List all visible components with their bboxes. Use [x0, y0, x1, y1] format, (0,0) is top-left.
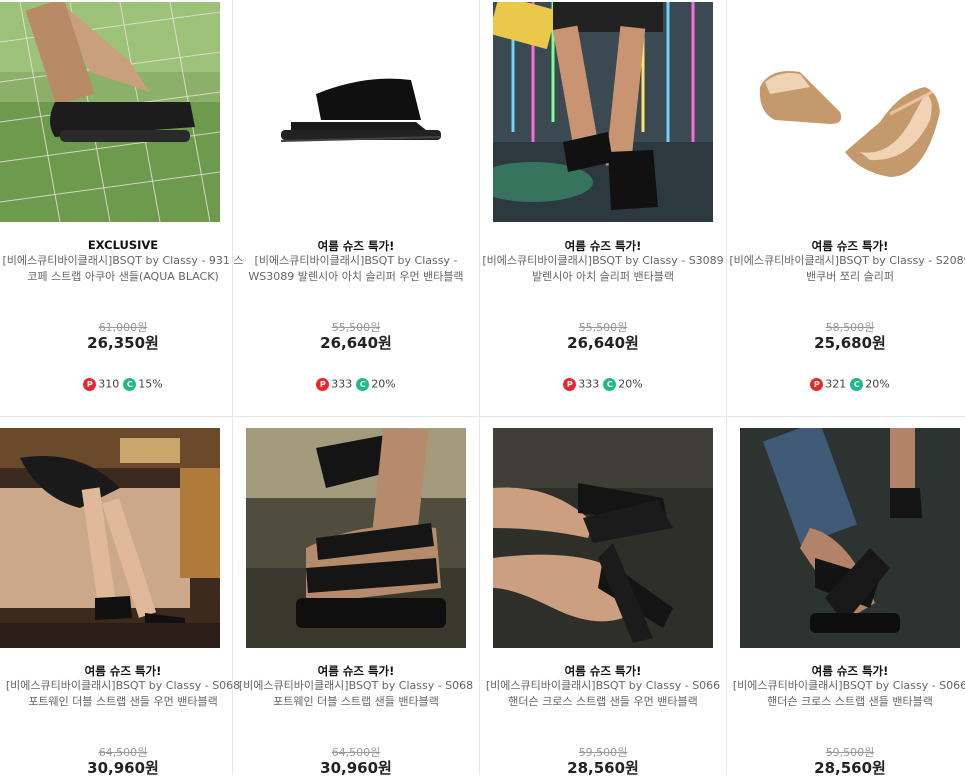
product-card[interactable]: 여름 슈즈 특가! [비에스큐티바이클래시]BSQT by Classy - S…	[0, 416, 240, 777]
promo-label: 여름 슈즈 특가!	[84, 664, 162, 678]
product-card[interactable]: 여름 슈즈 특가! [비에스큐티바이클래시]BSQT by Classy - W…	[233, 0, 479, 415]
promo-label: 여름 슈즈 특가!	[564, 239, 642, 253]
promo-label: 여름 슈즈 특가!	[811, 664, 889, 678]
product-image[interactable]	[246, 428, 466, 648]
product-image[interactable]	[493, 2, 713, 222]
product-name[interactable]: [비에스큐티바이클래시]BSQT by Classy - S068 포트웨인 더…	[0, 678, 246, 710]
product-image[interactable]	[740, 428, 960, 648]
promo-label: 여름 슈즈 특가!	[564, 664, 642, 678]
points-icon: P	[810, 377, 824, 391]
benefit-badges: P 321 C 20%	[727, 377, 965, 391]
product-image[interactable]	[246, 2, 466, 222]
points-value: 333	[578, 377, 600, 391]
product-image[interactable]	[0, 428, 220, 648]
coupon-value: 20%	[618, 377, 643, 391]
product-name[interactable]: [비에스큐티바이클래시]BSQT by Classy - WS3089 발렌시아…	[233, 253, 479, 285]
promo-label: EXCLUSIVE	[87, 238, 159, 252]
points-value: 321	[825, 377, 847, 391]
coupon-value: 20%	[865, 377, 890, 391]
coupon-icon: C	[356, 377, 370, 391]
coupon-icon: C	[850, 377, 864, 391]
product-card[interactable]: 여름 슈즈 특가! [비에스큐티바이클래시]BSQT by Classy - S…	[727, 416, 965, 777]
sale-price: 26,350원	[87, 334, 159, 352]
product-row: EXCLUSIVE [비에스큐티바이클래시]BSQT by Classy - 9…	[0, 0, 965, 415]
points-value: 333	[331, 377, 353, 391]
product-card[interactable]: 여름 슈즈 특가! [비에스큐티바이클래시]BSQT by Classy - S…	[480, 0, 726, 415]
product-name[interactable]: [비에스큐티바이클래시]BSQT by Classy - S3089 발렌시아 …	[480, 253, 726, 285]
product-card[interactable]: EXCLUSIVE [비에스큐티바이클래시]BSQT by Classy - 9…	[0, 0, 244, 415]
product-image[interactable]	[493, 428, 713, 648]
promo-label: 여름 슈즈 특가!	[317, 239, 395, 253]
product-image[interactable]	[0, 2, 220, 222]
benefit-badges: P 333 C 20%	[233, 377, 479, 391]
coupon-value: 20%	[371, 377, 396, 391]
points-icon: P	[83, 377, 97, 391]
product-row: 여름 슈즈 특가! [비에스큐티바이클래시]BSQT by Classy - S…	[0, 416, 965, 777]
product-name[interactable]: [비에스큐티바이클래시]BSQT by Classy - S068 포트웨인 더…	[233, 678, 479, 710]
coupon-icon: C	[123, 377, 137, 391]
product-name[interactable]: [비에스큐티바이클래시]BSQT by Classy - S066 핸더슨 크로…	[480, 678, 726, 710]
sale-price: 26,640원	[320, 334, 392, 352]
product-card[interactable]: 여름 슈즈 특가! [비에스큐티바이클래시]BSQT by Classy - S…	[233, 416, 479, 777]
sale-price: 25,680원	[814, 334, 886, 352]
product-name[interactable]: [비에스큐티바이클래시]BSQT by Classy - S066 핸더슨 크로…	[727, 678, 965, 710]
benefit-badges: P 333 C 20%	[480, 377, 726, 391]
product-name[interactable]: [비에스큐티바이클래시]BSQT by Classy - 931 스코페 스트랩…	[0, 253, 246, 285]
coupon-value: 15%	[138, 377, 163, 391]
product-image[interactable]	[740, 2, 960, 222]
points-icon: P	[563, 377, 577, 391]
promo-label: 여름 슈즈 특가!	[811, 239, 889, 253]
product-card[interactable]: 여름 슈즈 특가! [비에스큐티바이클래시]BSQT by Classy - S…	[480, 416, 726, 777]
product-name[interactable]: [비에스큐티바이클래시]BSQT by Classy - S2089 밴쿠버 쪼…	[727, 253, 965, 285]
sale-price: 26,640원	[567, 334, 639, 352]
promo-label: 여름 슈즈 특가!	[317, 664, 395, 678]
coupon-icon: C	[603, 377, 617, 391]
benefit-badges: P 310 C 15%	[0, 377, 246, 391]
product-card[interactable]: 여름 슈즈 특가! [비에스큐티바이클래시]BSQT by Classy - S…	[727, 0, 965, 415]
points-value: 310	[98, 377, 120, 391]
points-icon: P	[316, 377, 330, 391]
